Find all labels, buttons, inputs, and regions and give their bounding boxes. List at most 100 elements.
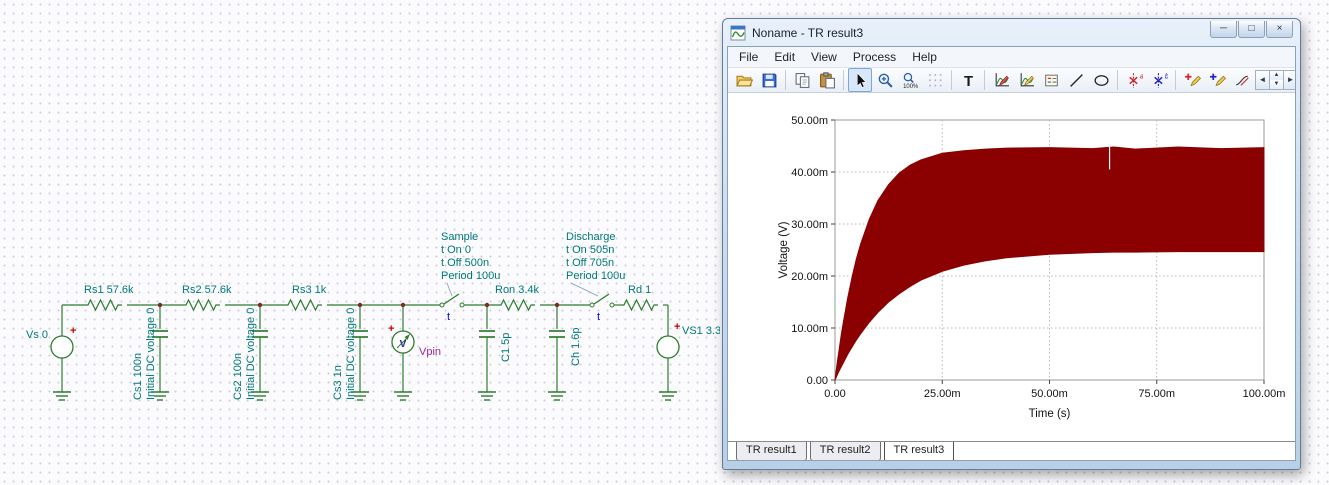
axes-edit-icon[interactable]	[989, 68, 1013, 92]
label-cs1-init: Initial DC voltage 0	[145, 308, 157, 400]
menu-item-process[interactable]: Process	[845, 47, 904, 67]
cursor-b-icon[interactable]: b	[1147, 68, 1171, 92]
tr-result-window[interactable]: Noname - TR result3 ─ □ × File Edit View Pr…	[722, 18, 1301, 470]
sample-switch[interactable]	[459, 302, 465, 308]
x-tick-label: 75.00m	[1138, 388, 1175, 400]
axes-auto-icon[interactable]	[1014, 68, 1038, 92]
save-icon[interactable]	[757, 68, 781, 92]
resistor-rs3[interactable]	[284, 298, 322, 312]
ellipse-tool-icon[interactable]	[1089, 68, 1113, 92]
zoom-100-icon[interactable]: 100%	[898, 68, 922, 92]
schematic-canvas[interactable]: Vs 0 Rs1 57.6k Rs2 57.6k Rs3 1k Ron 3.4k Rd 1…	[0, 0, 720, 485]
junction-dot	[484, 302, 490, 308]
tab-tr-result3[interactable]: TR result3	[883, 442, 955, 460]
label-ron: Ron 3.4k	[495, 284, 540, 296]
svg-text:a: a	[1139, 73, 1142, 80]
svg-text:b: b	[1164, 73, 1167, 80]
label-switch-t: t	[597, 311, 600, 323]
toolbar-separator	[1117, 70, 1118, 90]
voltmeter-v-glyph: V	[400, 339, 407, 350]
label-vpin: Vpin	[419, 346, 441, 358]
junction-dot	[157, 302, 163, 308]
voltage-source-vs[interactable]	[50, 335, 74, 359]
close-button[interactable]: ×	[1266, 21, 1293, 38]
annotate-pencil-icon[interactable]	[1205, 68, 1229, 92]
svg-text:100%: 100%	[903, 83, 919, 88]
toolbar-separator	[984, 70, 985, 90]
result-tab-bar: TR result1 TR result2 TR result3	[728, 441, 1295, 460]
y-axis-title: Voltage (V)	[778, 221, 790, 278]
x-tick-label: 50.00m	[1031, 388, 1068, 400]
label-discharge-t-on: t On 505n	[566, 244, 614, 256]
resistor-rs1[interactable]	[84, 298, 122, 312]
label-discharge-title: Discharge	[566, 231, 616, 243]
tr-result-chart[interactable]: 0.00 10.00m 20.00m 30.00m 40.00m 50.00m 0.00 25…	[728, 93, 1296, 436]
window-client-area: FileEditViewProcessHelp 100% Ta b ◄▲▼► 0.00…	[727, 46, 1296, 461]
resistor-rs2[interactable]	[182, 298, 220, 312]
x-tick-label: 100.00m	[1243, 388, 1286, 400]
discharge-switch[interactable]	[609, 302, 615, 308]
voltage-source-vs1[interactable]	[656, 335, 680, 359]
y-tick-label: 10.00m	[791, 323, 828, 335]
open-folder-icon[interactable]	[732, 68, 756, 92]
y-tick-label: 30.00m	[791, 219, 828, 231]
spin-up-button[interactable]: ▲	[1270, 71, 1283, 80]
menu-item-help[interactable]: Help	[904, 47, 945, 67]
label-switch-t: t	[447, 311, 450, 323]
label-cs3-init: Initial DC voltage 0	[345, 308, 357, 400]
y-tick-label: 40.00m	[791, 167, 828, 179]
caption-buttons: ─ □ ×	[1210, 19, 1293, 38]
label-discharge-period: Period 100u	[566, 270, 625, 282]
copy-icon[interactable]	[790, 68, 814, 92]
x-tick-label: 0.00	[824, 388, 845, 400]
cursor-a-icon[interactable]: a	[1122, 68, 1146, 92]
sample-switch[interactable]	[439, 302, 445, 308]
title-bar[interactable]: Noname - TR result3 ─ □ ×	[727, 19, 1296, 46]
menu-item-view[interactable]: View	[803, 47, 845, 67]
window-title: Noname - TR result3	[752, 25, 864, 40]
slope-tool-icon[interactable]	[1230, 68, 1254, 92]
junction-dot	[257, 302, 263, 308]
y-tick-label: 20.00m	[791, 271, 828, 283]
label-cs2-init: Initial DC voltage 0	[245, 308, 257, 400]
spin-down-button[interactable]: ▼	[1270, 80, 1283, 89]
junction-dot	[400, 302, 406, 308]
x-tick-label: 25.00m	[924, 388, 961, 400]
plus-mark: +	[388, 323, 394, 335]
select-grid-icon[interactable]	[923, 68, 947, 92]
menu-item-file[interactable]: File	[731, 47, 766, 67]
discharge-switch[interactable]	[589, 302, 595, 308]
label-sample-period: Period 100u	[441, 270, 500, 282]
scroll-left-button[interactable]: ◄	[1255, 70, 1270, 90]
toolbar-separator	[1175, 70, 1176, 90]
resistor-rd[interactable]	[620, 298, 658, 312]
plus-mark: +	[70, 325, 76, 337]
toolbar-separator	[785, 70, 786, 90]
scroll-right-button[interactable]: ►	[1283, 70, 1295, 90]
chart-panel[interactable]: 0.00 10.00m 20.00m 30.00m 40.00m 50.00m 0.00 25…	[728, 93, 1295, 441]
label-c1: C1 5p	[500, 333, 512, 362]
label-vs1: VS1 3.3	[682, 325, 720, 337]
zoom-in-icon[interactable]	[873, 68, 897, 92]
text-tool-icon[interactable]: T	[956, 68, 980, 92]
tab-tr-result1[interactable]: TR result1	[736, 442, 807, 460]
y-tick-label: 50.00m	[791, 115, 828, 127]
resistor-ron[interactable]	[497, 298, 535, 312]
marker-add-icon[interactable]	[1180, 68, 1204, 92]
maximize-button[interactable]: □	[1238, 21, 1265, 38]
cursor-icon[interactable]	[848, 68, 872, 92]
toolbar-separator	[951, 70, 952, 90]
menu-bar: File Edit View Process Help	[728, 47, 1295, 68]
tab-tr-result2[interactable]: TR result2	[809, 442, 881, 460]
label-ch: Ch 1.6p	[570, 327, 582, 366]
paste-icon[interactable]	[815, 68, 839, 92]
desktop: { "schematic": { "labels": { "vs": "Vs 0…	[0, 0, 1329, 485]
label-rs3: Rs3 1k	[292, 284, 327, 296]
minimize-button[interactable]: ─	[1210, 21, 1237, 38]
label-cs3: Cs3 1n	[332, 365, 344, 400]
label-cs1: Cs1 100n	[132, 353, 144, 400]
menu-item-edit[interactable]: Edit	[766, 47, 803, 67]
line-tool-icon[interactable]	[1064, 68, 1088, 92]
label-sample-t-off: t Off 500n	[441, 257, 489, 269]
legend-icon[interactable]	[1039, 68, 1063, 92]
